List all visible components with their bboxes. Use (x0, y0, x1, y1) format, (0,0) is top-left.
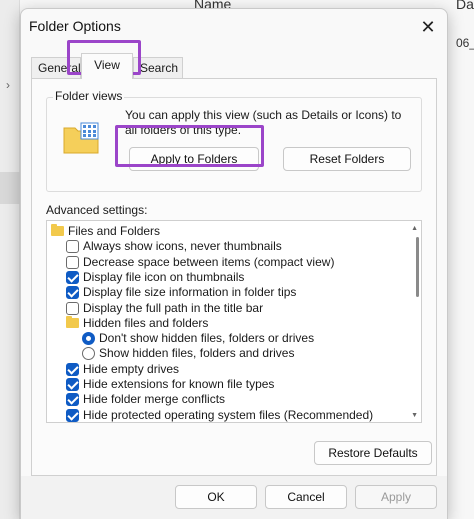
advanced-settings-label: Advanced settings: (46, 203, 148, 217)
column-header-date[interactable]: Da (456, 0, 474, 12)
close-button[interactable]: ✕ (415, 15, 441, 39)
checkbox[interactable] (66, 240, 79, 254)
radio-button[interactable] (82, 332, 95, 346)
radio-button[interactable] (82, 347, 95, 361)
advanced-settings-list[interactable]: Files and Folders Always show icons, neve… (46, 220, 422, 423)
folder-icon (66, 315, 79, 328)
setting-item[interactable]: Hide protected operating system files (R… (47, 407, 407, 422)
title-bar[interactable]: Folder Options ✕ (21, 9, 447, 45)
date-cell: 06_ (456, 36, 474, 50)
setting-label: Hide extensions for known file types (83, 377, 275, 391)
folder-views-label: Folder views (53, 89, 125, 103)
setting-label: Hide protected operating system files (R… (83, 407, 374, 422)
checkbox[interactable] (66, 301, 79, 315)
tab-search[interactable]: Search (133, 57, 183, 79)
cancel-button[interactable]: Cancel (265, 485, 347, 509)
setting-item[interactable]: Display file icon on thumbnails (47, 270, 407, 285)
apply-to-folders-button[interactable]: Apply to Folders (129, 147, 259, 171)
view-tab-panel: Folder views You can apply this view (su… (31, 78, 437, 476)
setting-label: Hidden files and folders (83, 315, 209, 330)
chevron-right-icon[interactable]: › (6, 78, 10, 92)
folder-icon (51, 224, 64, 236)
tab-search-label: Search (140, 61, 179, 75)
checkbox[interactable] (66, 378, 79, 391)
tab-general-label: General (38, 61, 81, 75)
checkbox[interactable] (66, 362, 79, 376)
scroll-thumb[interactable] (416, 237, 419, 297)
setting-label: Don't show hidden files, folders or driv… (99, 331, 315, 346)
setting-label: Decrease space between items (compact vi… (83, 254, 335, 269)
checkbox[interactable] (66, 408, 79, 422)
scroll-down-arrow-icon[interactable]: ▼ (411, 412, 418, 419)
folder-view-icon (63, 122, 99, 154)
setting-label: Hide folder merge conflicts (83, 392, 226, 407)
folder-views-description: You can apply this view (such as Details… (125, 108, 402, 137)
dialog-footer: OK Cancel Apply (21, 476, 447, 519)
checkbox[interactable] (66, 255, 79, 269)
setting-label: Files and Folders (68, 224, 161, 238)
setting-item[interactable]: Always show icons, never thumbnails (47, 239, 407, 254)
checkbox[interactable] (66, 270, 79, 284)
setting-item[interactable]: Hide folder merge conflicts (47, 392, 407, 407)
vertical-scrollbar[interactable]: ▲ ▼ (411, 225, 419, 419)
setting-item[interactable]: Decrease space between items (compact vi… (47, 255, 407, 270)
setting-label: Display file icon on thumbnails (83, 269, 245, 284)
tab-view-label: View (94, 58, 120, 72)
setting-item[interactable]: Display file size information in folder … (47, 285, 407, 300)
setting-item[interactable]: Hide empty drives (47, 362, 407, 377)
close-icon: ✕ (420, 16, 436, 37)
tree-category: Files and Folders (47, 224, 407, 239)
apply-button[interactable]: Apply (355, 485, 437, 509)
setting-label: Display the full path in the title bar (83, 300, 264, 315)
ok-button[interactable]: OK (175, 485, 257, 509)
tree-category: Hidden files and folders (47, 315, 407, 331)
tab-general[interactable]: General (31, 57, 81, 79)
setting-label: Display file size information in folder … (83, 285, 297, 300)
restore-defaults-button[interactable]: Restore Defaults (314, 441, 432, 465)
folder-views-group: Folder views You can apply this view (su… (46, 89, 422, 192)
setting-item[interactable]: Hide extensions for known file types (47, 377, 407, 392)
selected-nav-item[interactable] (0, 172, 20, 204)
setting-label: Hide empty drives (83, 361, 180, 376)
tab-view[interactable]: View (81, 53, 133, 79)
setting-item[interactable]: Don't show hidden files, folders or driv… (47, 331, 407, 346)
setting-item[interactable]: Display the full path in the title bar (47, 301, 407, 316)
folder-options-dialog: Folder Options ✕ General View Search Fol… (20, 8, 448, 519)
reset-folders-button[interactable]: Reset Folders (283, 147, 411, 171)
dialog-title: Folder Options (29, 18, 121, 34)
checkbox[interactable] (66, 393, 79, 407)
scroll-up-arrow-icon[interactable]: ▲ (411, 225, 418, 232)
checkbox[interactable] (66, 286, 79, 300)
setting-label: Show hidden files, folders and drives (99, 346, 295, 361)
setting-item[interactable]: Show hidden files, folders and drives (47, 346, 407, 361)
explorer-navigation-pane[interactable]: › (0, 0, 20, 519)
setting-label: Always show icons, never thumbnails (83, 239, 282, 254)
